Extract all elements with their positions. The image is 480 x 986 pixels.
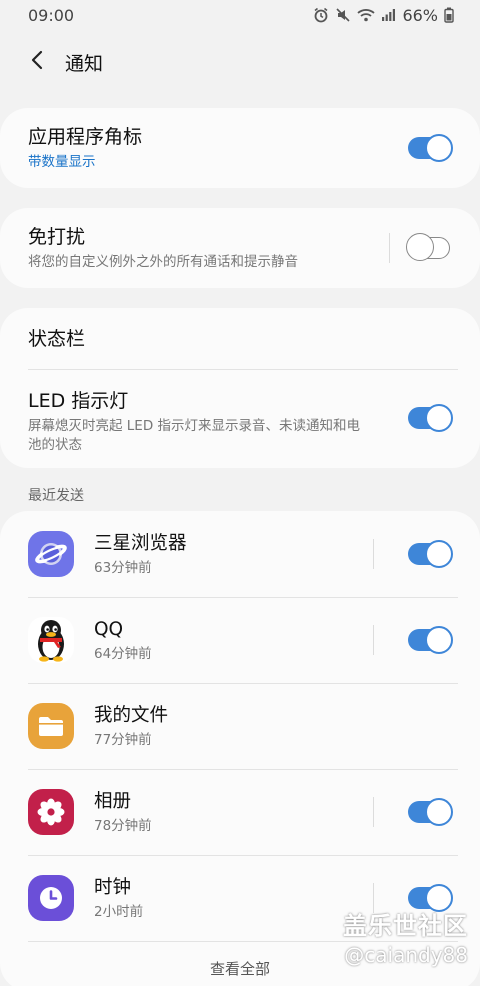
app-name: 三星浏览器: [94, 532, 187, 554]
app-toggle[interactable]: [408, 626, 453, 654]
dnd-title: 免打扰: [28, 225, 86, 248]
notification-settings-screen: 09:00 66% 通知 应用程序角标 带数量显示 免打扰 将您的自定义例外之外…: [0, 0, 480, 986]
page-title: 通知: [65, 52, 104, 75]
mute-icon: [335, 7, 351, 23]
list-item-qq[interactable]: QQ 64分钟前: [0, 597, 480, 683]
app-name: 相册: [94, 790, 132, 812]
list-item-my-files[interactable]: 我的文件 77分钟前: [0, 683, 480, 769]
alarm-icon: [313, 7, 329, 23]
status-bar-title: 状态栏: [28, 328, 86, 350]
row-divider: [373, 625, 374, 655]
samsung-internet-icon: [28, 531, 74, 577]
dnd-card: 免打扰 将您的自定义例外之外的所有通话和提示静音: [0, 208, 480, 288]
status-time: 09:00: [28, 5, 75, 25]
badges-subtitle: 带数量显示: [28, 153, 96, 170]
list-item-samsung-internet[interactable]: 三星浏览器 63分钟前: [0, 511, 480, 597]
app-name: 我的文件: [94, 704, 169, 726]
app-time: 78分钟前: [94, 817, 152, 834]
badges-toggle[interactable]: [408, 134, 453, 162]
signal-icon: [381, 8, 396, 22]
led-title: LED 指示灯: [28, 390, 129, 412]
qq-penguin-icon: [28, 617, 74, 663]
dnd-row[interactable]: 免打扰 将您的自定义例外之外的所有通话和提示静音: [0, 208, 480, 288]
app-time: 64分钟前: [94, 645, 152, 662]
app-header: 通知: [0, 40, 480, 84]
led-toggle[interactable]: [408, 404, 453, 432]
badges-row[interactable]: 应用程序角标 带数量显示: [0, 108, 480, 188]
app-time: 63分钟前: [94, 559, 152, 576]
status-bar: 09:00 66%: [0, 0, 480, 30]
wifi-icon: [357, 7, 376, 23]
badges-title: 应用程序角标: [28, 125, 143, 148]
led-row[interactable]: LED 指示灯 屏幕熄灭时亮起 LED 指示灯来显示录音、未读通知和电池的状态: [0, 370, 480, 468]
watermark: 盖乐世社区 @caiandy88: [343, 906, 468, 967]
app-time: 77分钟前: [94, 731, 152, 748]
app-toggle[interactable]: [408, 540, 453, 568]
battery-icon: [444, 7, 454, 23]
dnd-toggle[interactable]: [406, 233, 450, 262]
list-item-gallery[interactable]: 相册 78分钟前: [0, 769, 480, 855]
app-name: QQ: [94, 618, 124, 640]
led-subtitle: 屏幕熄灭时亮起 LED 指示灯来显示录音、未读通知和电池的状态: [28, 418, 361, 453]
status-bar-card: 状态栏 LED 指示灯 屏幕熄灭时亮起 LED 指示灯来显示录音、未读通知和电池…: [0, 308, 480, 468]
battery-percent: 66%: [402, 5, 438, 25]
flower-icon: [28, 789, 74, 835]
back-button[interactable]: [15, 40, 59, 84]
badges-card: 应用程序角标 带数量显示: [0, 108, 480, 188]
status-icons: 66%: [313, 6, 454, 25]
row-divider: [373, 797, 374, 827]
folder-icon: [28, 703, 74, 749]
dnd-subtitle: 将您的自定义例外之外的所有通话和提示静音: [28, 253, 298, 270]
recent-section-header: 最近发送: [28, 488, 84, 504]
clock-icon: [28, 875, 74, 921]
dnd-divider: [389, 233, 390, 263]
row-divider: [373, 539, 374, 569]
watermark-user: @caiandy88: [344, 943, 468, 967]
watermark-community: 盖乐世社区: [343, 912, 468, 940]
back-arrow-icon: [29, 50, 45, 74]
status-bar-row[interactable]: 状态栏: [0, 308, 480, 370]
app-toggle[interactable]: [408, 798, 453, 826]
app-name: 时钟: [94, 876, 132, 898]
